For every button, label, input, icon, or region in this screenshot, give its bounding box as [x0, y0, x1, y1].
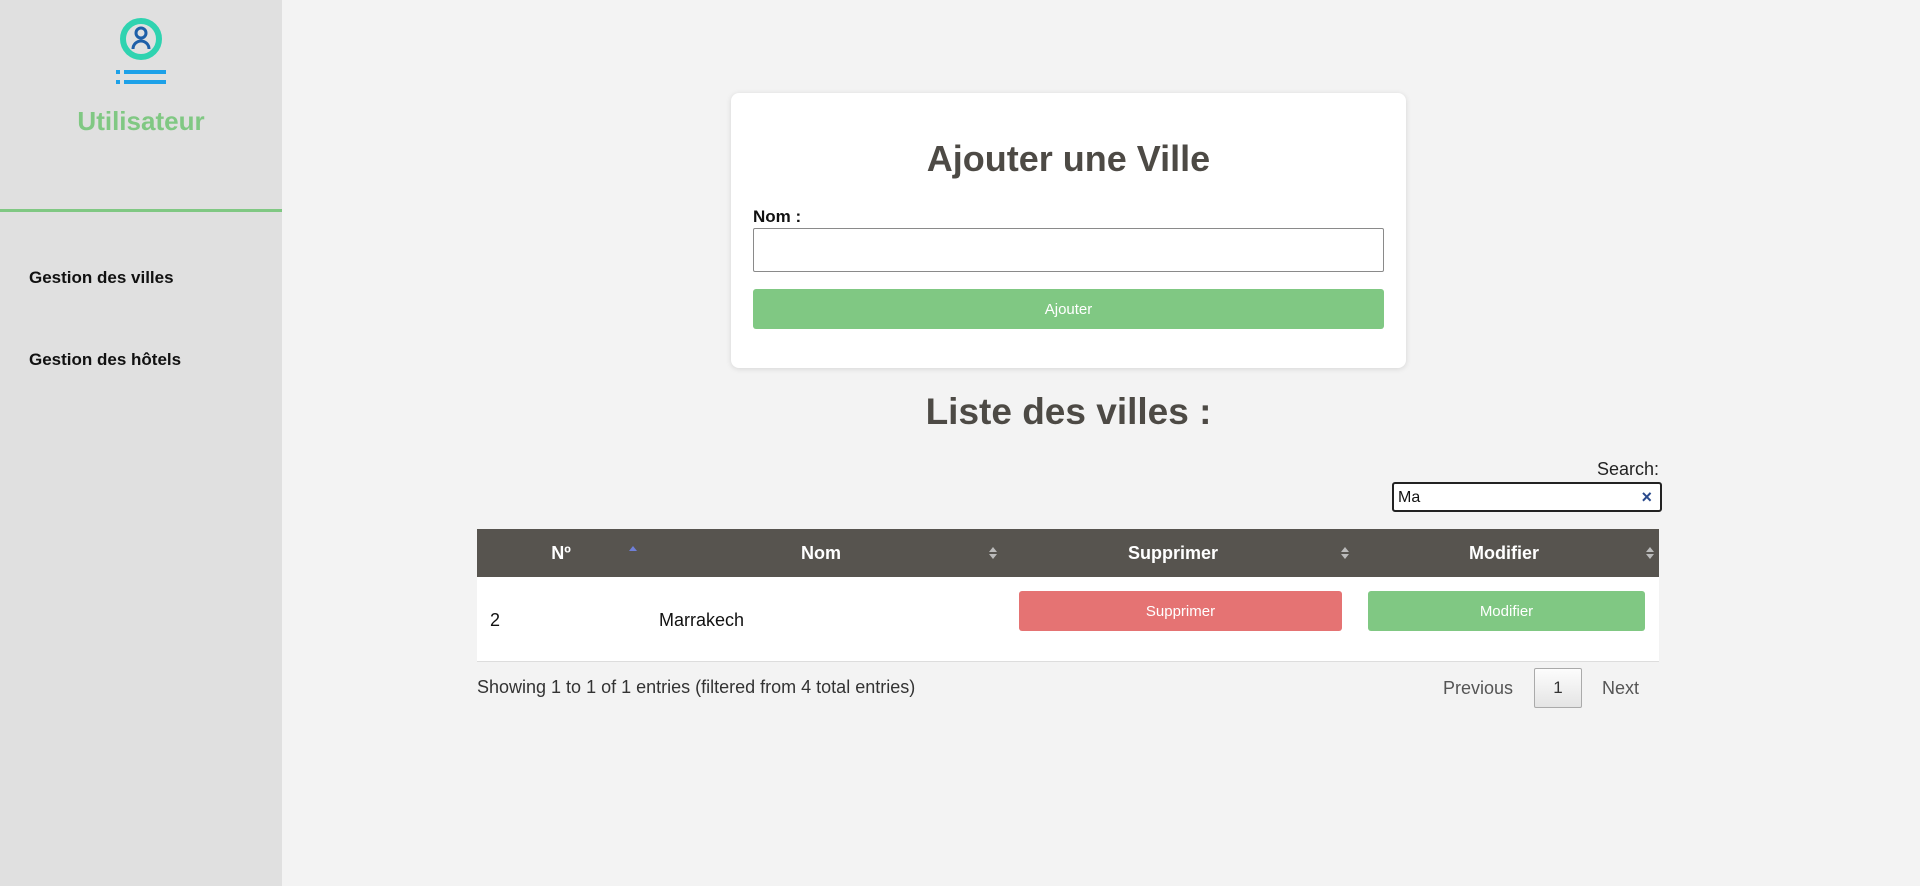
- edit-button[interactable]: Modifier: [1368, 591, 1645, 631]
- column-header-num[interactable]: Nº: [477, 529, 645, 577]
- column-header-supprimer[interactable]: Supprimer: [997, 529, 1349, 577]
- form-title: Ajouter une Ville: [926, 138, 1211, 179]
- table-info: Showing 1 to 1 of 1 entries (filtered fr…: [477, 677, 916, 697]
- sort-icon: [989, 547, 997, 559]
- pagination-previous[interactable]: Previous: [1443, 678, 1513, 699]
- sort-ascending-icon: [629, 546, 637, 551]
- add-city-card: Ajouter une Ville Nom : Ajouter: [731, 93, 1406, 368]
- search-input[interactable]: [1398, 487, 1628, 509]
- sidebar-item-hotels[interactable]: Gestion des hôtels: [29, 350, 181, 370]
- brand-title: Utilisateur: [77, 106, 205, 136]
- cities-table: Nº Nom Supprimer Modifier 2 Marrakech Su…: [477, 529, 1659, 662]
- sidebar-divider: [0, 209, 282, 212]
- sort-icon: [1341, 547, 1349, 559]
- pagination-page[interactable]: 1: [1534, 668, 1582, 708]
- table-row: 2 Marrakech Supprimer Modifier: [477, 577, 1659, 662]
- add-button[interactable]: Ajouter: [753, 289, 1384, 329]
- cell-nom: Marrakech: [659, 610, 745, 630]
- sort-icon: [1646, 547, 1654, 559]
- column-header-modifier[interactable]: Modifier: [1349, 529, 1659, 577]
- column-header-nom[interactable]: Nom: [645, 529, 997, 577]
- search-field[interactable]: ×: [1392, 482, 1662, 512]
- user-list-icon: [116, 18, 166, 84]
- search-label: Search:: [1596, 459, 1659, 479]
- table-header: Nº Nom Supprimer Modifier: [477, 529, 1659, 577]
- name-label: Nom :: [753, 207, 802, 226]
- cell-num: 2: [490, 610, 501, 630]
- delete-button[interactable]: Supprimer: [1019, 591, 1342, 631]
- pagination-next[interactable]: Next: [1602, 678, 1639, 699]
- list-title: Liste des villes :: [925, 391, 1212, 432]
- name-input[interactable]: [753, 228, 1384, 272]
- sidebar-item-villes[interactable]: Gestion des villes: [29, 268, 174, 288]
- clear-icon[interactable]: ×: [1641, 487, 1652, 508]
- sidebar: Utilisateur Gestion des villes Gestion d…: [0, 0, 282, 886]
